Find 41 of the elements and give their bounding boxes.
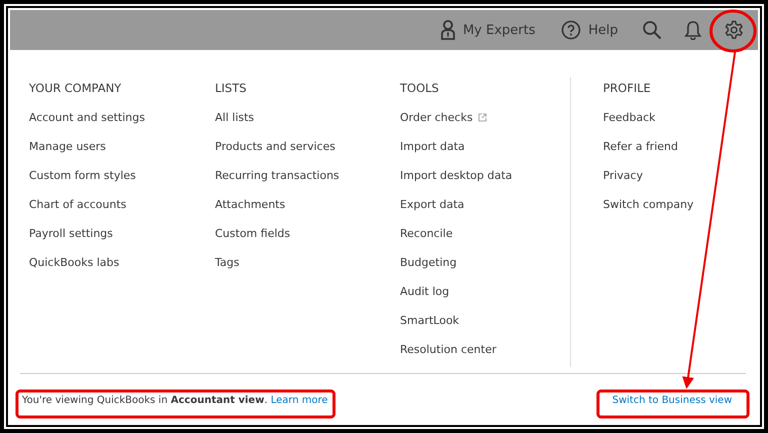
- menu-link[interactable]: Recurring transactions: [215, 161, 340, 190]
- menu-link[interactable]: SmartLook: [400, 306, 460, 335]
- menu-link[interactable]: Import data: [400, 132, 465, 161]
- column-heading: PROFILE: [603, 81, 651, 95]
- search-icon[interactable]: [642, 20, 662, 40]
- menu-link[interactable]: Chart of accounts: [29, 190, 126, 219]
- column-heading: LISTS: [215, 81, 246, 95]
- view-message: You're viewing QuickBooks in Accountant view. Learn more: [22, 394, 328, 406]
- menu-link[interactable]: Resolution center: [400, 335, 496, 364]
- menu-link[interactable]: Switch company: [603, 190, 694, 219]
- menu-link[interactable]: Reconcile: [400, 219, 453, 248]
- external-link-icon: [478, 113, 487, 122]
- menu-link[interactable]: QuickBooks labs: [29, 248, 120, 277]
- help-button[interactable]: Help: [559, 18, 620, 42]
- menu-link[interactable]: Products and services: [215, 132, 336, 161]
- menu-link[interactable]: Refer a friend: [603, 132, 678, 161]
- menu-link[interactable]: Privacy: [603, 161, 643, 190]
- menu-link[interactable]: Budgeting: [400, 248, 457, 277]
- menu-link[interactable]: Order checks: [400, 103, 487, 132]
- experts-button[interactable]: My Experts: [438, 18, 538, 42]
- person-icon: [440, 20, 456, 40]
- menu-link[interactable]: Feedback: [603, 103, 656, 132]
- menu-link[interactable]: Audit log: [400, 277, 450, 306]
- menu-link[interactable]: Custom form styles: [29, 161, 136, 190]
- column-heading: YOUR COMPANY: [29, 81, 122, 95]
- menu-link[interactable]: Attachments: [215, 190, 286, 219]
- menu-link[interactable]: Account and settings: [29, 103, 145, 132]
- bell-icon[interactable]: [684, 20, 702, 40]
- menu-link[interactable]: All lists: [215, 103, 254, 132]
- menu-link[interactable]: Export data: [400, 190, 464, 219]
- menu-link[interactable]: Custom fields: [215, 219, 290, 248]
- highlight-ring: [710, 10, 756, 52]
- menu-link[interactable]: Payroll settings: [29, 219, 113, 248]
- menu-link[interactable]: Manage users: [29, 132, 106, 161]
- column-heading: TOOLS: [400, 81, 439, 95]
- help-icon: [561, 20, 582, 40]
- settings-icon[interactable]: [724, 20, 744, 40]
- learn-more-link[interactable]: Learn more: [270, 394, 328, 406]
- switch-view-link[interactable]: Switch to Business view: [612, 394, 732, 406]
- menu-link[interactable]: Tags: [215, 248, 240, 277]
- menu-link[interactable]: Import desktop data: [400, 161, 512, 190]
